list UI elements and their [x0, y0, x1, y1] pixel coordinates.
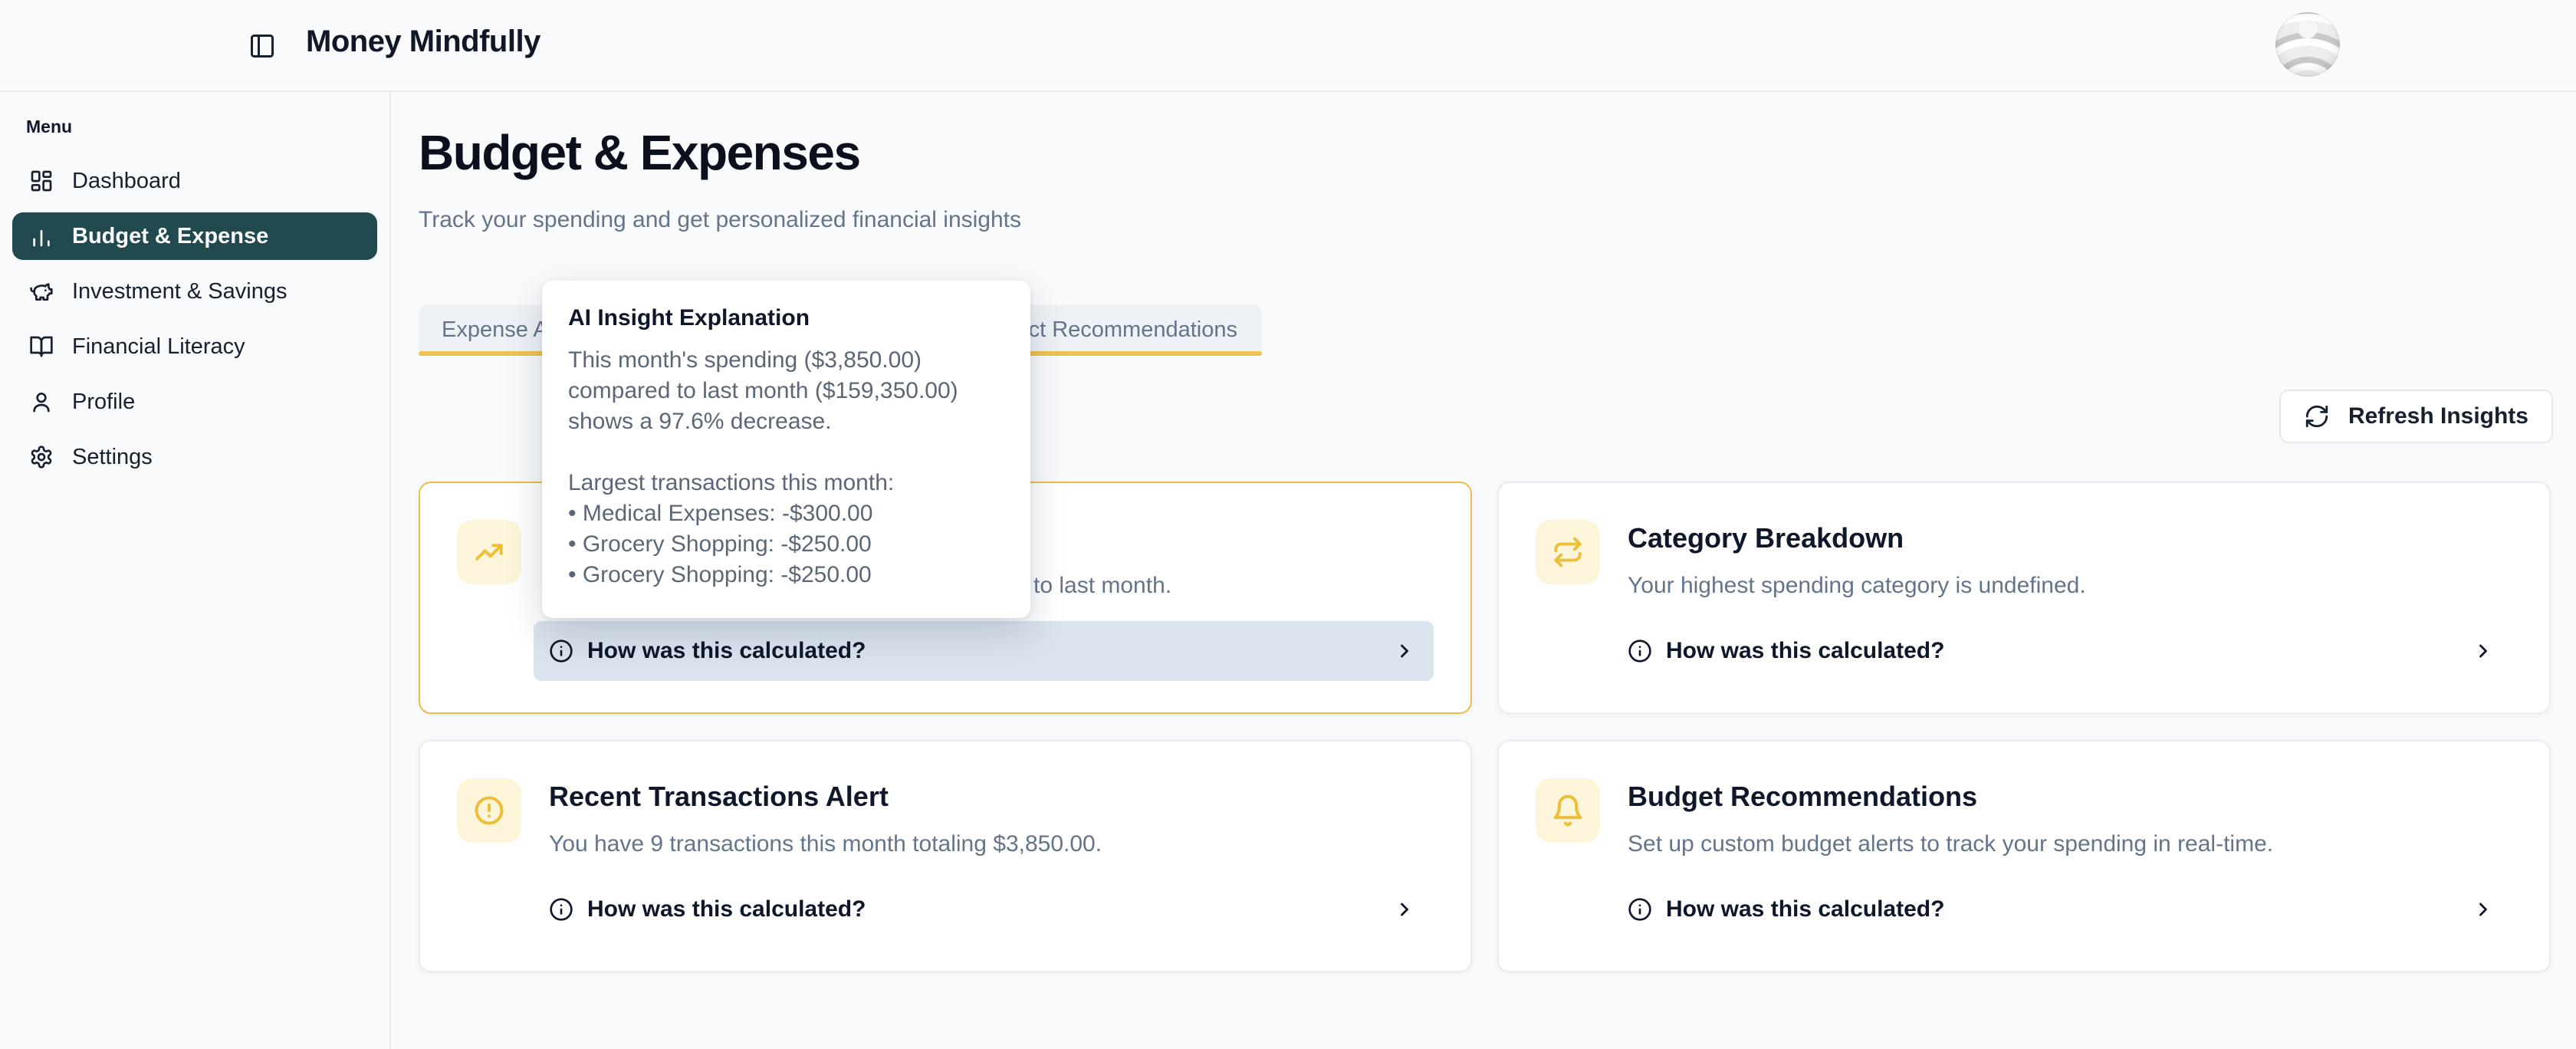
sidebar-section-label: Menu — [26, 117, 377, 137]
refresh-icon — [2304, 403, 2330, 429]
gear-icon — [29, 445, 54, 469]
tooltip-transaction-item: • Grocery Shopping: -$250.00 — [568, 529, 1004, 560]
card-body: Recent Transactions Alert You have 9 tra… — [549, 778, 1434, 939]
ai-insight-tooltip: AI Insight Explanation This month's spen… — [542, 281, 1030, 618]
card-body: Budget Recommendations Set up custom bud… — [1628, 778, 2512, 939]
sidebar-item-settings[interactable]: Settings — [12, 433, 377, 481]
tooltip-title: AI Insight Explanation — [568, 305, 1004, 331]
how-calculated-label: How was this calculated? — [1666, 638, 1944, 664]
sidebar-item-investment-savings[interactable]: Investment & Savings — [12, 268, 377, 315]
info-icon — [549, 897, 573, 922]
app-title: Money Mindfully — [306, 25, 540, 59]
card-subtitle: Your highest spending category is undefi… — [1628, 571, 2512, 601]
refresh-insights-button[interactable]: Refresh Insights — [2279, 390, 2553, 443]
info-icon — [1628, 897, 1652, 922]
dashboard-icon — [29, 169, 54, 193]
page-subtitle: Track your spending and get personalized… — [419, 207, 1021, 233]
sidebar-toggle-button[interactable] — [248, 31, 279, 61]
how-calculated-label: How was this calculated? — [587, 896, 866, 922]
sidebar-item-financial-literacy[interactable]: Financial Literacy — [12, 323, 377, 370]
card-subtitle: You have 9 transactions this month total… — [549, 829, 1434, 860]
tooltip-transaction-item: • Medical Expenses: -$300.00 — [568, 498, 1004, 529]
chevron-right-icon — [1394, 899, 1415, 920]
how-calculated-row[interactable]: How was this calculated? — [534, 621, 1434, 681]
piggy-bank-icon — [29, 279, 54, 304]
card-recent-transactions-alert: Recent Transactions Alert You have 9 tra… — [419, 740, 1472, 972]
sidebar-item-label: Dashboard — [72, 169, 181, 194]
sidebar-item-label: Budget & Expense — [72, 224, 268, 249]
info-icon — [1628, 639, 1652, 663]
sidebar: Menu Dashboard Budget & Expense Investme… — [0, 90, 391, 1049]
info-icon — [549, 639, 573, 663]
bar-chart-icon — [29, 224, 54, 248]
alert-circle-icon — [457, 778, 521, 843]
user-icon — [29, 390, 54, 414]
sidebar-item-label: Financial Literacy — [72, 334, 245, 360]
card-title: Category Breakdown — [1628, 521, 2512, 555]
card-budget-recommendations: Budget Recommendations Set up custom bud… — [1497, 740, 2551, 972]
refresh-insights-label: Refresh Insights — [2348, 403, 2528, 429]
sidebar-item-label: Investment & Savings — [72, 279, 287, 304]
sidebar-item-label: Profile — [72, 390, 135, 415]
card-body: Category Breakdown Your highest spending… — [1628, 520, 2512, 681]
card-title: Recent Transactions Alert — [549, 780, 1434, 814]
tooltip-transactions: Largest transactions this month: • Medic… — [568, 468, 1004, 590]
tooltip-transaction-item: • Grocery Shopping: -$250.00 — [568, 560, 1004, 590]
page-title: Budget & Expenses — [419, 124, 860, 181]
how-calculated-label: How was this calculated? — [587, 638, 866, 664]
how-calculated-row[interactable]: How was this calculated? — [534, 880, 1434, 939]
tooltip-transactions-heading: Largest transactions this month: — [568, 468, 1004, 498]
sidebar-item-dashboard[interactable]: Dashboard — [12, 157, 377, 205]
card-category-breakdown: Category Breakdown Your highest spending… — [1497, 482, 2551, 714]
book-open-icon — [29, 334, 54, 359]
how-calculated-row[interactable]: How was this calculated? — [1612, 621, 2512, 681]
trending-up-icon — [457, 520, 521, 584]
bell-icon — [1536, 778, 1600, 843]
sidebar-item-budget-expense[interactable]: Budget & Expense — [12, 212, 377, 260]
chevron-right-icon — [2472, 640, 2494, 662]
card-title: Budget Recommendations — [1628, 780, 2512, 814]
sidebar-item-profile[interactable]: Profile — [12, 378, 377, 426]
how-calculated-label: How was this calculated? — [1666, 896, 1944, 922]
tooltip-paragraph: This month's spending ($3,850.00) compar… — [568, 345, 1004, 437]
chevron-right-icon — [2472, 899, 2494, 920]
repeat-arrows-icon — [1536, 520, 1600, 584]
sidebar-item-label: Settings — [72, 445, 153, 470]
user-avatar[interactable] — [2275, 12, 2340, 77]
chevron-right-icon — [1394, 640, 1415, 662]
app-header: Money Mindfully — [0, 0, 2576, 92]
panel-left-icon — [248, 32, 276, 60]
card-subtitle: Set up custom budget alerts to track you… — [1628, 829, 2512, 860]
how-calculated-row[interactable]: How was this calculated? — [1612, 880, 2512, 939]
